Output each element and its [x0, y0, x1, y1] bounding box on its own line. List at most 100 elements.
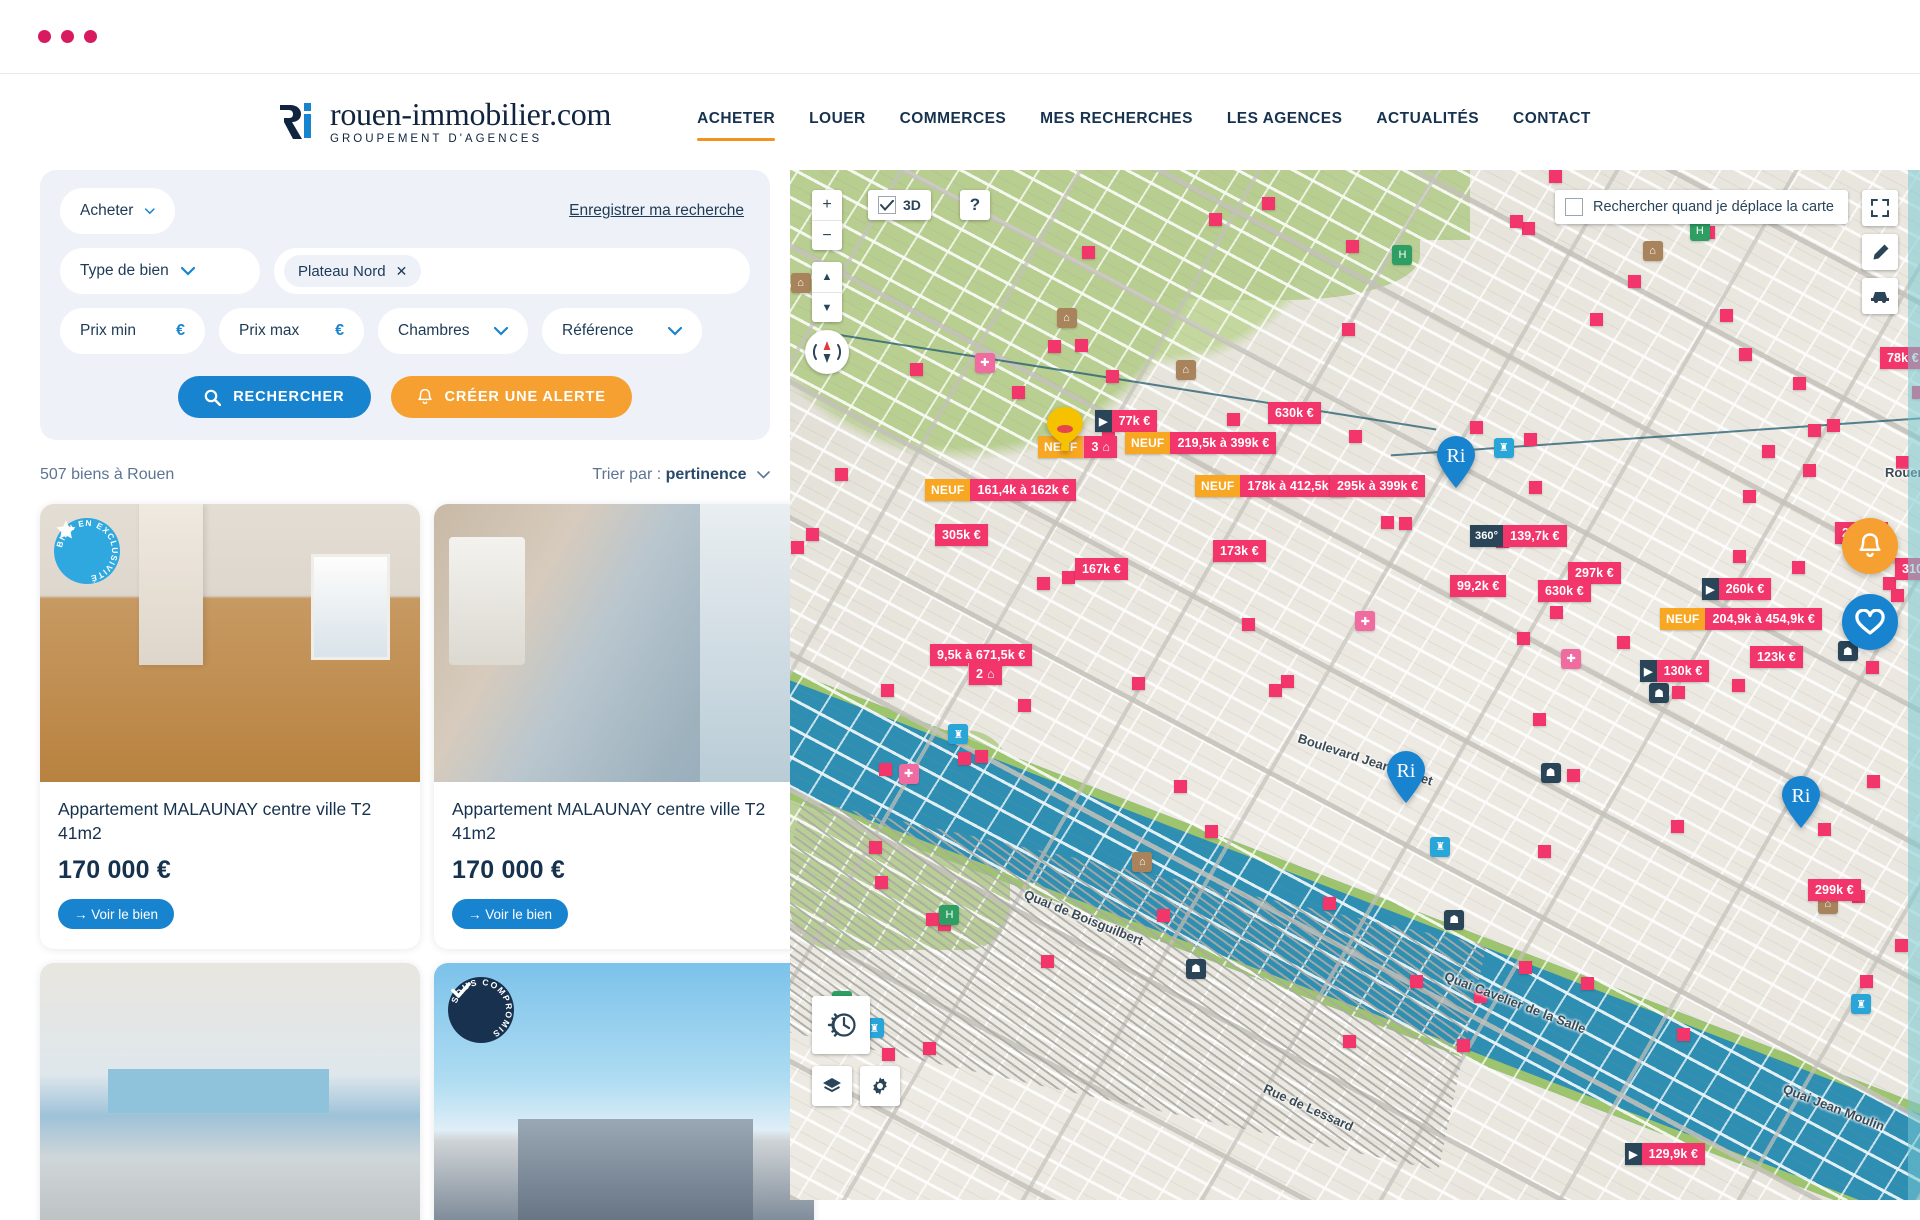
map-property-dot[interactable] [791, 540, 805, 554]
map-price-marker[interactable]: NEUF 178k à 412,5k € [1195, 475, 1347, 497]
map-property-dot[interactable] [1036, 576, 1050, 590]
map-property-dot[interactable] [1156, 909, 1170, 923]
map-property-dot[interactable] [1226, 412, 1240, 426]
map-poi-icon[interactable]: ☗ [1649, 683, 1670, 704]
map-property-dot[interactable] [1793, 377, 1806, 391]
map-property-dot[interactable] [834, 468, 848, 482]
map-poi-icon[interactable]: ♜ [1430, 836, 1451, 857]
map-property-dot[interactable] [1209, 213, 1223, 227]
map-price-marker[interactable]: 299k € [1808, 879, 1861, 901]
zoom-out-button[interactable]: − [812, 220, 842, 250]
map-property-dot[interactable] [1081, 245, 1095, 259]
3d-checkbox[interactable] [878, 196, 896, 214]
nav-item-les-agences[interactable]: LES AGENCES [1227, 110, 1342, 135]
site-logo[interactable]: rouen-immobilier.com GROUPEMENT D'AGENCE… [278, 98, 611, 146]
map-agency-pin[interactable]: Ri [1435, 435, 1477, 489]
map-property-dot[interactable] [1761, 445, 1775, 459]
map-property-dot[interactable] [1891, 588, 1905, 602]
nav-item-acheter[interactable]: ACHETER [697, 110, 776, 141]
map-price-marker[interactable]: NEUF 204,9k à 454,9k € [1660, 608, 1822, 630]
window-close-dot[interactable] [38, 30, 51, 43]
3d-toggle[interactable]: 3D [868, 190, 931, 220]
map-property-dot[interactable] [1827, 418, 1841, 432]
map-property-dot[interactable] [1457, 1038, 1471, 1052]
map-property-dot[interactable] [1323, 896, 1337, 910]
map-property-dot[interactable] [974, 749, 988, 763]
map-property-dot[interactable] [1672, 686, 1686, 700]
map-poi-icon[interactable]: ♜ [1851, 994, 1872, 1015]
map-poi-icon[interactable]: ✚ [898, 763, 919, 784]
map-poi-icon[interactable]: ✚ [1355, 611, 1376, 632]
map-property-dot[interactable] [881, 1047, 895, 1061]
price-min-input[interactable]: Prix min € [60, 308, 205, 354]
map-property-dot[interactable] [1580, 977, 1594, 991]
map-property-dot[interactable] [926, 913, 940, 927]
main-navigation[interactable]: ACHETER LOUER COMMERCES MES RECHERCHES L… [697, 74, 1591, 170]
map-property-dot[interactable] [1342, 1034, 1356, 1048]
nav-item-louer[interactable]: LOUER [809, 110, 866, 135]
map-property-dot[interactable] [1865, 661, 1879, 675]
nav-item-actualites[interactable]: ACTUALITÉS [1376, 110, 1479, 135]
location-input[interactable]: Plateau Nord ✕ [274, 248, 750, 294]
map-property-dot[interactable] [1269, 684, 1283, 698]
map-property-dot[interactable] [1732, 550, 1746, 564]
property-photo[interactable]: SOUS COMPROMIS [434, 963, 814, 1220]
transaction-type-select[interactable]: Acheter [60, 188, 175, 234]
map-property-dot[interactable] [1671, 820, 1685, 834]
map-price-marker[interactable]: 630k € [1538, 580, 1591, 602]
map-property-dot[interactable] [1742, 490, 1756, 504]
map-agency-pin[interactable]: Ri [1385, 750, 1427, 804]
map-poi-icon[interactable]: ⌂ [1642, 241, 1663, 262]
map-price-marker[interactable]: 99,2k € [1450, 575, 1507, 597]
map-property-dot[interactable] [923, 1041, 937, 1055]
property-type-select[interactable]: Type de bien [60, 248, 260, 294]
map-poi-icon[interactable]: ☗ [1540, 762, 1561, 783]
fullscreen-button[interactable] [1862, 190, 1898, 226]
map-scrollbar[interactable] [1908, 170, 1920, 1200]
map-property-dot[interactable] [1341, 323, 1355, 337]
map-property-dot[interactable] [1616, 635, 1630, 649]
map-property-dot[interactable] [1345, 240, 1359, 254]
map-price-marker[interactable]: NEUF 219,5k à 399k € [1125, 432, 1277, 454]
map-property-dot[interactable] [1528, 480, 1542, 494]
draw-area-button[interactable] [1862, 234, 1898, 270]
map-property-dot[interactable] [1262, 196, 1276, 210]
search-on-move-checkbox[interactable] [1564, 198, 1583, 216]
map-price-marker[interactable]: 123k € [1750, 646, 1803, 668]
map-price-marker[interactable]: 360° 139,7k € [1470, 525, 1567, 547]
map-property-dot[interactable] [1281, 674, 1295, 688]
property-card[interactable] [40, 963, 420, 1220]
view-property-button[interactable]: → Voir le bien [452, 899, 569, 929]
map-property-dot[interactable] [881, 684, 895, 698]
search-button[interactable]: RECHERCHER [178, 376, 371, 418]
map-property-dot[interactable] [805, 527, 819, 541]
map-balloon-marker[interactable] [1045, 405, 1085, 459]
map-canvas[interactable]: ⌂♜H⌂✚♜⌂♜✚✚☗⌂HH⌂✚☗♜♜☗☗♜☗⌂H⌂Rouen Rive-Dro… [790, 170, 1920, 1200]
view-property-button[interactable]: → Voir le bien [58, 899, 175, 929]
tilt-down-button[interactable]: ▼ [812, 292, 842, 322]
map-property-dot[interactable] [1627, 274, 1641, 288]
create-alert-button[interactable]: CRÉER UNE ALERTE [390, 376, 632, 418]
traffic-button[interactable] [1862, 278, 1898, 314]
close-icon[interactable]: ✕ [396, 263, 408, 280]
map-price-marker[interactable]: NEUF 161,4k à 162k € [925, 479, 1077, 501]
zoom-in-button[interactable]: + [812, 190, 842, 220]
window-maximize-dot[interactable] [84, 30, 97, 43]
map-price-marker[interactable]: ▶ 129,9k € [1625, 1143, 1706, 1165]
property-card[interactable]: BIEN EN EXCLUSIVITÉ Appartement MALAUNAY… [40, 504, 420, 949]
map-property-dot[interactable] [1517, 632, 1531, 646]
map-property-dot[interactable] [1859, 975, 1873, 989]
map-property-dot[interactable] [1676, 1027, 1690, 1041]
window-controls[interactable] [38, 30, 97, 43]
map-property-dot[interactable] [1895, 939, 1909, 953]
map-poi-icon[interactable]: ⌂ [1175, 359, 1196, 380]
map-property-dot[interactable] [1719, 308, 1733, 322]
map-poi-icon[interactable]: ⌂ [1056, 307, 1077, 328]
tilt-controls[interactable]: ▲ ▼ [812, 262, 842, 322]
map-price-marker[interactable]: 305k € [935, 524, 988, 546]
compass-control[interactable] [805, 330, 849, 374]
property-card[interactable]: Appartement MALAUNAY centre ville T2 41m… [434, 504, 814, 949]
map-poi-icon[interactable]: H [939, 904, 960, 925]
tilt-up-button[interactable]: ▲ [812, 262, 842, 292]
map-property-dot[interactable] [1173, 780, 1187, 794]
